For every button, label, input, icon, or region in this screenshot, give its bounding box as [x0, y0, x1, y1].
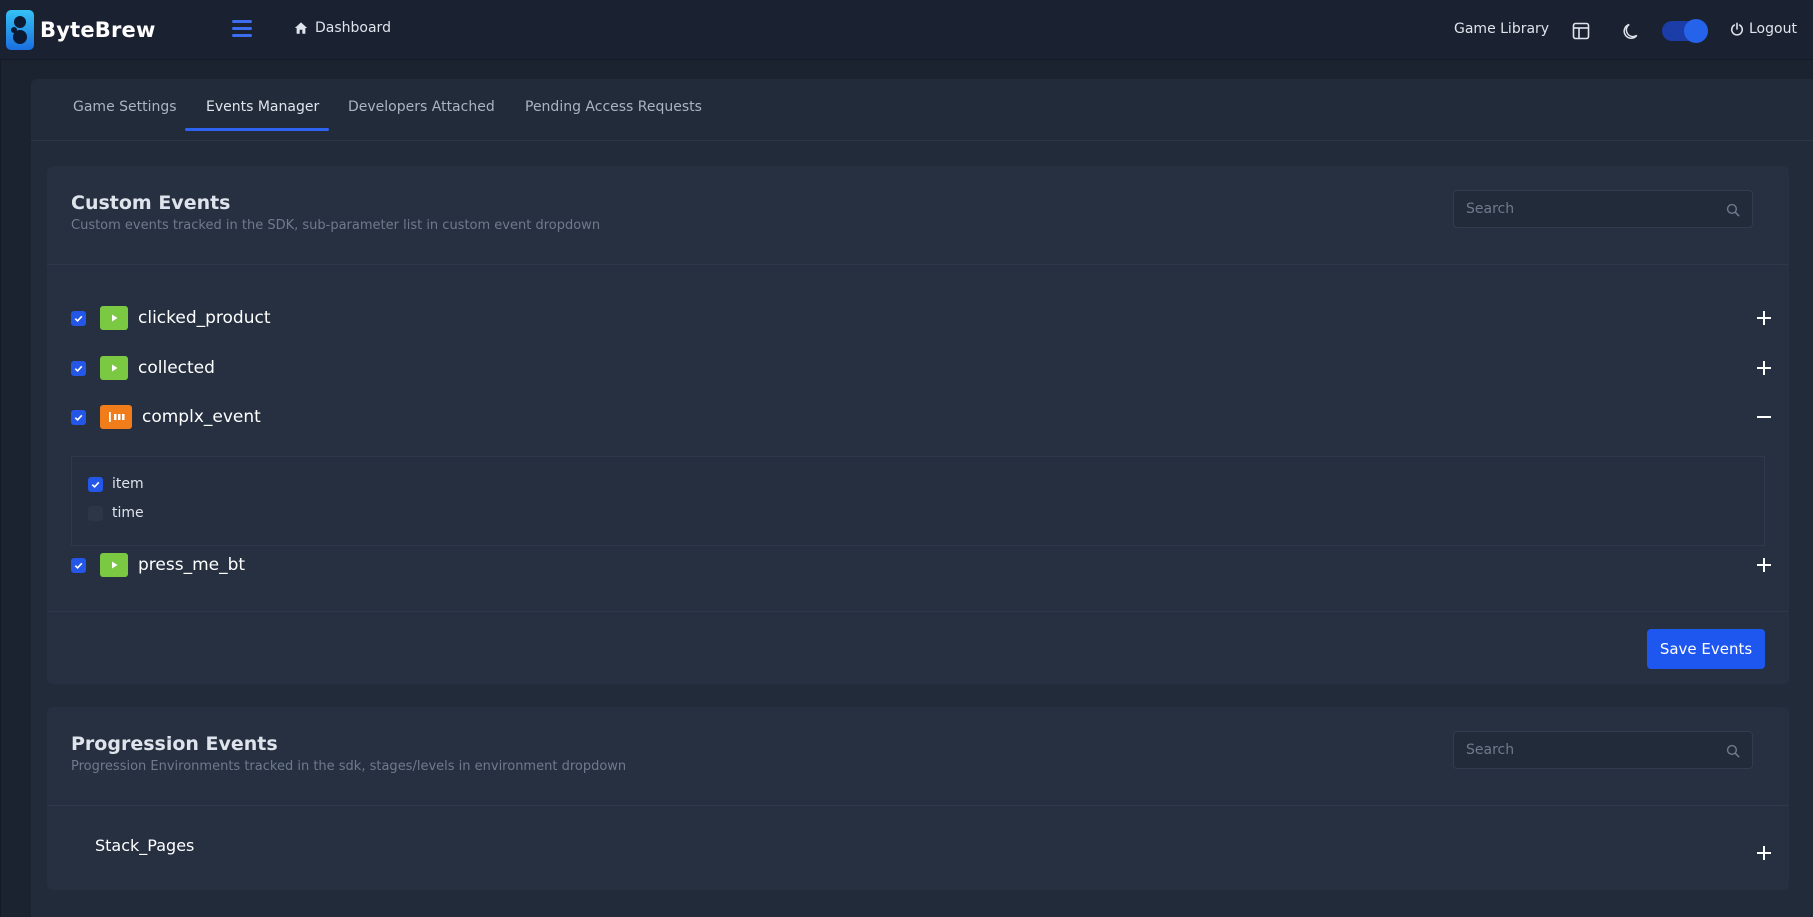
- top-navbar: ByteBrew Dashboard Game Library Logout: [0, 0, 1813, 60]
- environment-name: Stack_Pages: [95, 836, 195, 855]
- event-row: complx_event: [71, 402, 1773, 432]
- check-icon: [74, 315, 83, 323]
- tab-game-settings[interactable]: Game Settings: [73, 99, 177, 115]
- toggle-knob: [1684, 19, 1708, 43]
- event-checkbox[interactable]: [71, 410, 86, 425]
- event-name: clicked_product: [138, 308, 271, 328]
- event-badge: [100, 405, 132, 429]
- tab-bar: Game Settings Events Manager Developers …: [31, 79, 1813, 141]
- event-row: collected: [71, 353, 1773, 383]
- parameters-icon: [109, 412, 125, 422]
- progression-events-subtitle: Progression Environments tracked in the …: [71, 759, 627, 774]
- event-row: clicked_product: [71, 303, 1773, 333]
- check-icon: [74, 562, 83, 570]
- event-checkbox[interactable]: [71, 361, 86, 376]
- hamburger-icon: [232, 20, 252, 23]
- expand-plus-icon[interactable]: [1755, 359, 1773, 377]
- collapse-minus-icon[interactable]: [1755, 408, 1773, 426]
- tab-events-manager[interactable]: Events Manager: [206, 99, 319, 115]
- check-icon: [74, 365, 83, 373]
- sub-parameter-item: time: [88, 503, 288, 523]
- expand-plus-icon[interactable]: [1755, 556, 1773, 574]
- event-row: press_me_bt: [71, 550, 1773, 580]
- event-name: press_me_bt: [138, 555, 246, 575]
- layout-icon[interactable]: [1572, 22, 1590, 40]
- sub-parameter-checkbox[interactable]: [88, 506, 103, 521]
- tab-developers-attached[interactable]: Developers Attached: [348, 99, 495, 115]
- moon-icon[interactable]: [1623, 22, 1641, 40]
- play-icon: [112, 364, 118, 372]
- progression-events-panel: Progression Events Progression Environme…: [47, 707, 1789, 890]
- custom-events-subtitle: Custom events tracked in the SDK, sub-pa…: [71, 218, 601, 233]
- event-badge: [100, 356, 128, 380]
- expand-plus-icon[interactable]: [1755, 844, 1773, 862]
- progression-events-title: Progression Events: [71, 733, 278, 755]
- event-badge: [100, 553, 128, 577]
- nav-game-library-link[interactable]: Game Library: [1454, 21, 1549, 37]
- custom-events-search: [1453, 190, 1753, 228]
- event-name: complx_event: [142, 407, 261, 427]
- event-checkbox[interactable]: [71, 311, 86, 326]
- play-icon: [112, 314, 118, 322]
- content-card: Game Settings Events Manager Developers …: [31, 79, 1813, 917]
- search-icon[interactable]: [1726, 744, 1740, 758]
- page-shell: Game Settings Events Manager Developers …: [0, 61, 1813, 917]
- active-tab-indicator: [185, 128, 329, 131]
- nav-dashboard-label: Dashboard: [315, 20, 391, 36]
- sub-parameter-list: item time: [71, 456, 1765, 546]
- power-icon: [1730, 22, 1744, 36]
- custom-events-panel: Custom Events Custom events tracked in t…: [47, 166, 1789, 684]
- check-icon: [74, 414, 83, 422]
- sub-parameter-label: time: [112, 505, 144, 521]
- custom-events-header: Custom Events Custom events tracked in t…: [47, 166, 1789, 265]
- event-badge: [100, 306, 128, 330]
- event-name: collected: [138, 358, 215, 378]
- bytebrew-logo-icon: [6, 10, 34, 50]
- environment-row: Stack_Pages: [95, 834, 1773, 864]
- sub-parameter-checkbox[interactable]: [88, 477, 103, 492]
- search-icon[interactable]: [1726, 203, 1740, 217]
- home-icon: [294, 22, 308, 34]
- sub-parameter-label: item: [112, 476, 144, 492]
- nav-dashboard-link[interactable]: Dashboard: [294, 20, 391, 36]
- progression-events-search: [1453, 731, 1753, 769]
- logout-label: Logout: [1749, 21, 1797, 37]
- check-icon: [91, 481, 100, 489]
- custom-events-search-input[interactable]: [1454, 191, 1752, 227]
- progression-events-search-input[interactable]: [1454, 732, 1752, 768]
- save-events-button[interactable]: Save Events: [1647, 629, 1765, 669]
- logout-button[interactable]: Logout: [1730, 21, 1797, 37]
- brand-name: ByteBrew: [40, 18, 156, 42]
- custom-events-title: Custom Events: [71, 192, 231, 214]
- expand-plus-icon[interactable]: [1755, 309, 1773, 327]
- tab-pending-access-requests[interactable]: Pending Access Requests: [525, 99, 702, 115]
- custom-events-footer: Save Events: [47, 611, 1789, 684]
- brand[interactable]: ByteBrew: [6, 10, 156, 50]
- event-checkbox[interactable]: [71, 558, 86, 573]
- dark-mode-toggle[interactable]: [1662, 19, 1708, 43]
- progression-events-header: Progression Events Progression Environme…: [47, 707, 1789, 806]
- menu-toggle-button[interactable]: [232, 20, 252, 38]
- play-icon: [112, 561, 118, 569]
- sub-parameter-item: item: [88, 474, 288, 494]
